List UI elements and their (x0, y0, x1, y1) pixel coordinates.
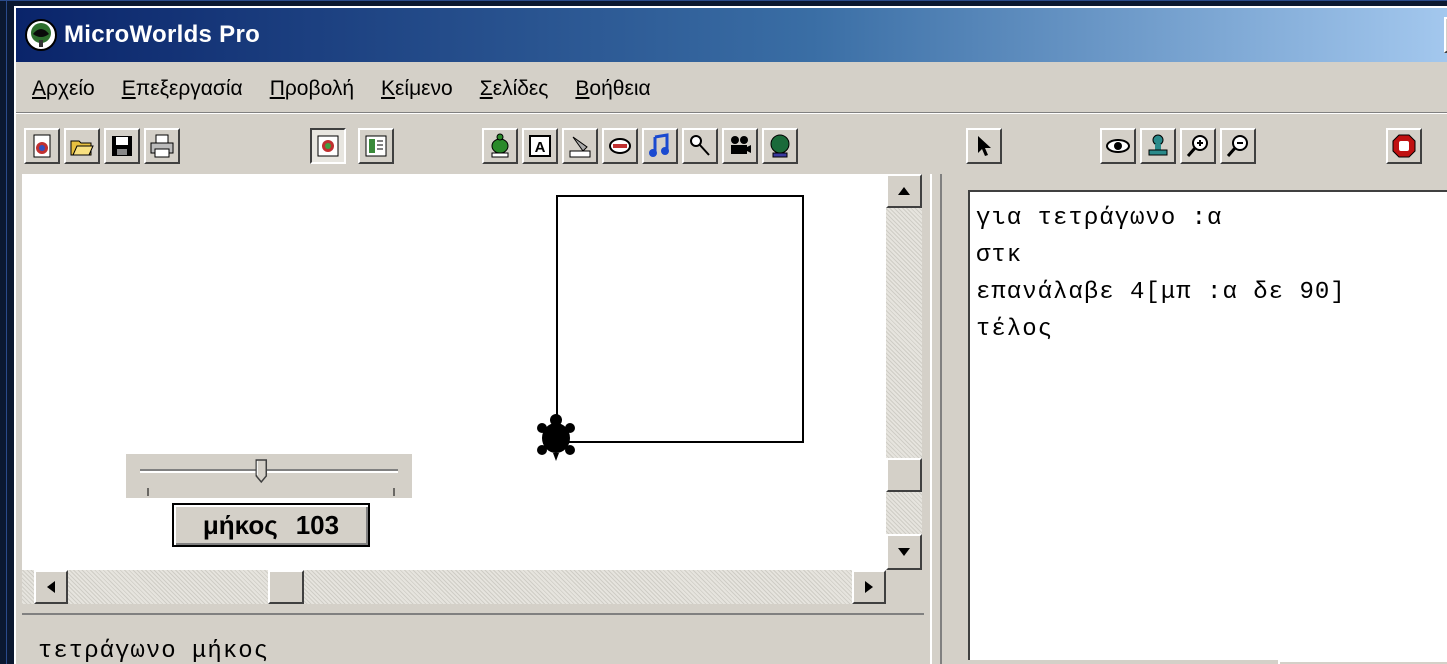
menu-edit[interactable]: Επεξεργασία (122, 77, 243, 101)
procedure-line: στκ (976, 242, 1023, 269)
canvas-horizontal-scrollbar[interactable] (22, 570, 886, 604)
menu-bar: Αρχείο Επεξεργασία Προβολή Κείμενο Σελίδ… (16, 64, 1447, 114)
project-canvas[interactable] (22, 174, 906, 570)
scroll-right-button[interactable] (852, 570, 886, 604)
horizontal-scroll-thumb[interactable] (268, 570, 304, 604)
procedure-line: τέλος (976, 316, 1054, 343)
window-title: MicroWorlds Pro (64, 21, 261, 48)
open-icon[interactable] (64, 128, 100, 164)
stamp-icon[interactable] (1140, 128, 1176, 164)
svg-text:A: A (535, 139, 546, 156)
video-icon[interactable] (722, 128, 758, 164)
menu-view[interactable]: Προβολή (270, 77, 354, 101)
turtle-icon[interactable] (482, 128, 518, 164)
slider-value-display: μήκος 103 (172, 503, 370, 547)
app-window: MicroWorlds Pro Αρχείο Επεξεργασία Προβο… (14, 6, 1447, 664)
procedures-splitter[interactable] (930, 174, 942, 664)
menu-pages[interactable]: Σελίδες (480, 77, 549, 101)
slider-mikos[interactable] (126, 454, 412, 498)
microworlds-logo-icon (24, 18, 58, 52)
slider-thumb (255, 459, 268, 484)
scroll-up-button[interactable] (886, 174, 922, 208)
command-line[interactable]: τετράγωνο μήκος (38, 638, 269, 664)
slider-value: 103 (295, 509, 340, 540)
eye-icon[interactable] (1100, 128, 1136, 164)
stop-icon[interactable] (1386, 128, 1422, 164)
procedure-line: για τετράγωνο :α (976, 205, 1223, 232)
save-icon[interactable] (104, 128, 140, 164)
title-bar[interactable]: MicroWorlds Pro (16, 8, 1447, 62)
page-view-icon[interactable] (310, 128, 346, 164)
procedure-line: επανάλαβε 4[μπ :α δε 90] (976, 279, 1346, 306)
menu-separator (16, 112, 1447, 114)
shapes-icon[interactable] (762, 128, 798, 164)
menu-help[interactable]: Βοήθεια (575, 77, 650, 101)
menu-file[interactable]: Αρχείο (32, 77, 95, 101)
scroll-left-button[interactable] (34, 570, 68, 604)
command-center-splitter[interactable] (22, 613, 924, 629)
sound-icon[interactable] (682, 128, 718, 164)
tab-strip (968, 660, 1447, 664)
square-drawing (556, 195, 804, 443)
turtle (537, 414, 575, 461)
print-icon[interactable] (144, 128, 180, 164)
menu-text[interactable]: Κείμενο (381, 77, 453, 101)
procedures-tab[interactable] (1278, 660, 1447, 664)
pointer-icon[interactable] (966, 128, 1002, 164)
slider-icon[interactable] (562, 128, 598, 164)
scroll-down-button[interactable] (886, 534, 922, 570)
button-icon[interactable] (602, 128, 638, 164)
zoom-out-icon[interactable] (1220, 128, 1256, 164)
new-project-icon[interactable] (24, 128, 60, 164)
music-icon[interactable] (642, 128, 678, 164)
zoom-in-icon[interactable] (1180, 128, 1216, 164)
canvas-vertical-scrollbar[interactable] (886, 174, 922, 570)
vertical-scroll-thumb[interactable] (886, 458, 922, 492)
toolbar: A (16, 116, 1447, 176)
slider-label: μήκος (202, 509, 278, 540)
text-box-icon[interactable]: A (522, 128, 558, 164)
procedures-pane[interactable]: για τετράγωνο :α στκ επανάλαβε 4[μπ :α δ… (968, 190, 1447, 660)
text-view-icon[interactable] (358, 128, 394, 164)
